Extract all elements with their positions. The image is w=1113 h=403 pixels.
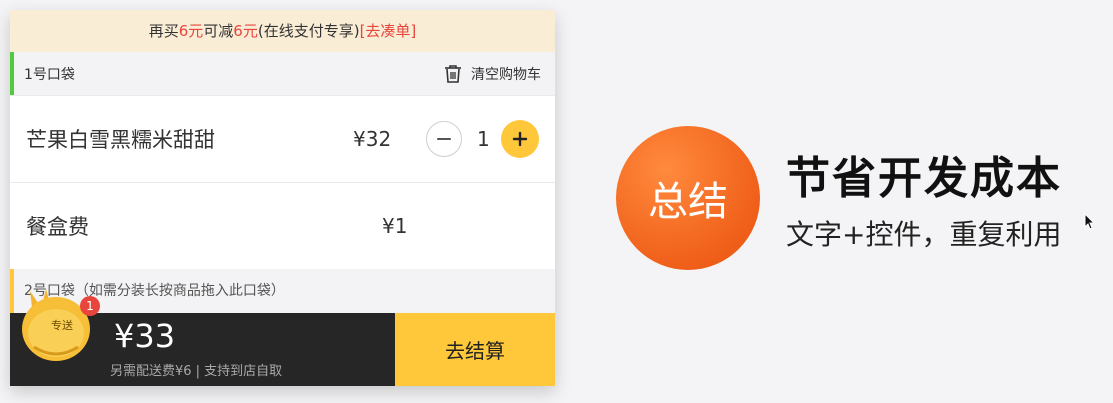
minus-icon: [437, 138, 451, 140]
cart-item-row: 芒果白雪黑糯米甜甜 ¥32 1: [10, 95, 555, 182]
cart-count-badge: 1: [80, 296, 100, 316]
item-name: 芒果白雪黑糯米甜甜: [26, 128, 215, 152]
promo-text-middle: 可减: [203, 22, 234, 40]
cart-total: ¥33: [114, 317, 176, 355]
summary-circle: 总结: [616, 126, 760, 270]
promo-amount-1: 6元: [178, 22, 204, 40]
promo-amount-2: 6元: [233, 22, 258, 40]
promo-text-prefix: 再买: [148, 22, 179, 40]
trash-icon: [445, 64, 461, 83]
item-price: ¥32: [353, 127, 392, 151]
mascot-label: 专送: [51, 318, 73, 332]
promo-text-suffix: (在线支付专享): [257, 22, 360, 40]
clear-cart-label: 清空购物车: [471, 66, 541, 83]
summary-subline: 文字+控件，重复利用: [786, 218, 1062, 251]
item-quantity: 1: [477, 127, 490, 151]
plus-icon: [512, 131, 528, 147]
fee-price: ¥1: [382, 214, 408, 238]
clear-cart-button[interactable]: 清空购物车: [443, 64, 541, 84]
summary-headline: 节省开发成本: [786, 153, 1062, 204]
promo-banner: 再买6元可减6元(在线支付专享)[去凑单]: [10, 10, 555, 52]
bag-1-title: 1号口袋: [24, 66, 75, 83]
decrease-quantity-button[interactable]: [426, 121, 462, 157]
increase-quantity-button[interactable]: [501, 120, 539, 158]
promo-link[interactable]: [去凑单]: [360, 22, 417, 40]
delivery-note: 另需配送费¥6 | 支持到店自取: [110, 364, 283, 379]
mouse-cursor-icon: [1084, 213, 1096, 230]
fee-name: 餐盒费: [26, 215, 89, 239]
delivery-mascot-icon[interactable]: 专送: [10, 281, 102, 373]
bag-1-header: 1号口袋 清空购物车: [10, 52, 555, 95]
checkout-button[interactable]: 去结算: [395, 313, 555, 386]
packaging-fee-row: 餐盒费 ¥1: [10, 182, 555, 269]
